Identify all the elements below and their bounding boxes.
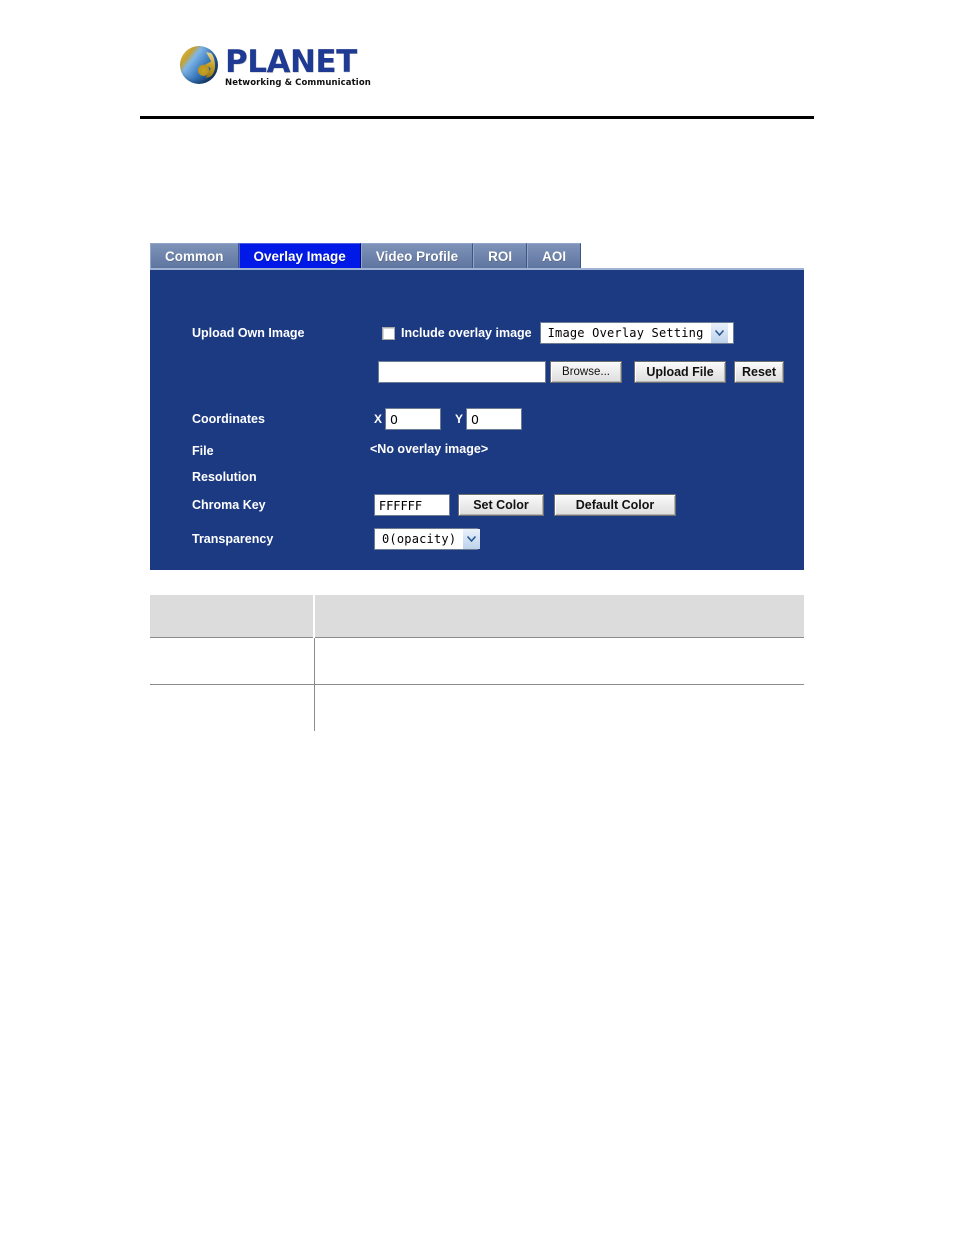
table-row [150,637,804,685]
include-overlay-image-checkbox-wrap[interactable]: Include overlay image [382,326,532,340]
table-header-cell-1 [150,595,315,638]
tab-roi[interactable]: ROI [473,243,528,268]
table-cell-description [314,685,804,732]
chroma-key-row: Chroma Key FFFFFF Set Color Default Colo… [150,494,804,516]
chroma-key-controls: FFFFFF Set Color Default Color [374,494,676,516]
coordinates-controls: X 0 Y 0 [374,408,523,430]
upload-file-button[interactable]: Upload File [634,361,726,383]
browse-button[interactable]: Browse... [550,361,622,383]
reset-button[interactable]: Reset [734,361,784,383]
table-header-cell-2 [314,595,804,638]
file-path-input[interactable] [378,361,546,383]
set-color-button[interactable]: Set Color [458,494,544,516]
coordinate-x-input[interactable]: 0 [385,408,442,430]
table-cell-label [150,684,315,731]
tab-aoi[interactable]: AOI [527,243,582,268]
resolution-label: Resolution [192,470,257,484]
coordinates-label: Coordinates [192,412,265,426]
file-label: File [192,444,214,458]
image-overlay-setting-value: Image Overlay Setting [547,326,704,340]
planet-logo: PLANET Networking & Communication [180,46,371,89]
transparency-row: Transparency 0(opacity) [150,528,804,550]
file-value: <No overlay image> [370,442,489,456]
upload-own-image-row: Upload Own Image Include overlay image I… [150,322,804,344]
table-cell-description [314,637,804,685]
include-overlay-image-checkbox[interactable] [382,326,395,340]
file-upload-row: Browse... Upload File Reset [150,361,804,383]
transparency-select[interactable]: 0(opacity) [374,528,481,550]
coordinate-y-input[interactable]: 0 [466,408,523,430]
overlay-image-settings-panel: Upload Own Image Include overlay image I… [150,268,804,570]
chroma-key-input[interactable]: FFFFFF [374,494,450,516]
settings-tab-bar: Common Overlay Image Video Profile ROI A… [150,243,582,268]
include-overlay-image-label: Include overlay image [401,326,532,340]
file-upload-controls: Browse... Upload File Reset [378,361,784,383]
y-axis-label: Y [455,412,464,426]
resolution-row: Resolution [150,468,804,486]
upload-own-image-controls: Include overlay image Image Overlay Sett… [382,322,734,344]
brand-tagline: Networking & Communication [225,78,371,88]
table-cell-label [150,637,315,685]
tab-video-profile[interactable]: Video Profile [360,243,474,268]
planet-globe-logo-icon [180,46,218,84]
upload-own-image-label: Upload Own Image [192,326,305,340]
transparency-controls: 0(opacity) [374,528,481,550]
tab-overlay-image[interactable]: Overlay Image [238,243,361,268]
chroma-key-label: Chroma Key [192,498,266,512]
description-table [150,595,804,731]
chevron-down-icon[interactable] [462,529,481,549]
tab-common[interactable]: Common [150,243,239,268]
coordinates-row: Coordinates X 0 Y 0 [150,408,804,430]
transparency-value: 0(opacity) [382,532,457,546]
logo-text: PLANET Networking & Communication [225,46,371,89]
x-axis-label: X [374,412,383,426]
default-color-button[interactable]: Default Color [554,494,676,516]
chevron-down-icon[interactable] [709,323,728,343]
table-row [150,684,804,732]
page-header: PLANET Networking & Communication [0,0,954,130]
transparency-label: Transparency [192,532,274,546]
file-row: File <No overlay image> [150,442,804,460]
table-header-row [150,595,804,638]
header-divider [140,116,814,119]
image-overlay-setting-select[interactable]: Image Overlay Setting [539,322,734,344]
brand-name: PLANET [225,44,357,80]
